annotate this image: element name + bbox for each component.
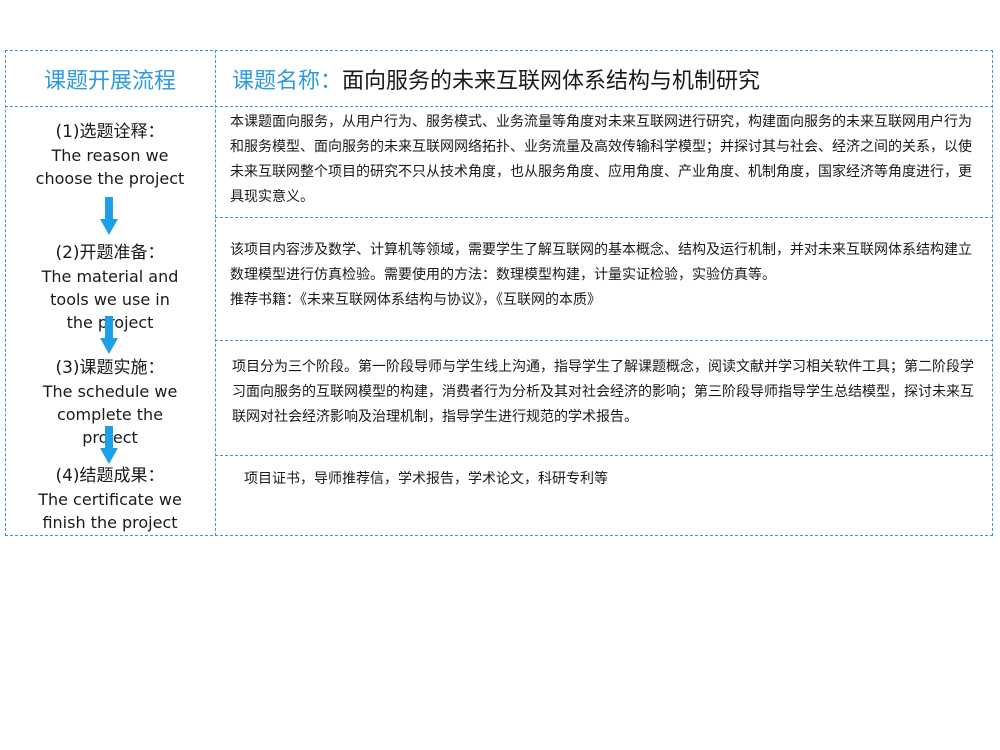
project-title: 课题名称： 面向服务的未来互联网体系结构与机制研究 (232, 52, 982, 106)
header-divider (5, 106, 993, 107)
project-title-text: 面向服务的未来互联网体系结构与机制研究 (342, 69, 761, 94)
row-divider-1 (215, 217, 993, 218)
arrow-down-icon (100, 316, 118, 354)
row-divider-2 (215, 340, 993, 341)
flow-title: 课题开展流程 (43, 69, 176, 94)
recommended-books: 推荐书籍：《未来互联网体系结构与协议》，《互联网的本质》 (230, 292, 601, 308)
project-title-label: 课题名称： (232, 69, 343, 94)
row-divider-3 (215, 455, 993, 456)
step-2-title: (2)开题准备： (55, 243, 165, 263)
step-4: (4)结题成果： The certificate we finish the p… (5, 465, 215, 534)
column-divider (215, 50, 216, 536)
description-3: 项目分为三个阶段。第一阶段导师与学生线上沟通，指导学生了解课题概念，阅读文献并学… (232, 359, 974, 425)
description-4: 项目证书，导师推荐信，学术报告，学术论文，科研专利等 (244, 471, 608, 487)
step-1: (1)选题诠释： The reason we choose the projec… (5, 121, 215, 190)
step-4-subtitle: The certificate we finish the project (38, 490, 182, 532)
step-3-title: (3)课题实施： (55, 358, 165, 378)
step-4-title: (4)结题成果： (55, 466, 165, 486)
description-2-text: 该项目内容涉及数学、计算机等领域，需要学生了解互联网的基本概念、结构及运行机制，… (230, 242, 972, 283)
description-2: 该项目内容涉及数学、计算机等领域，需要学生了解互联网的基本概念、结构及运行机制，… (230, 238, 975, 313)
description-1: 本课题面向服务，从用户行为、服务模式、业务流量等角度对未来互联网进行研究，构建面… (230, 114, 972, 205)
arrow-down-icon (100, 426, 118, 464)
step-1-subtitle: The reason we choose the project (35, 146, 185, 188)
step-1-title: (1)选题诠释： (55, 122, 165, 142)
arrow-down-icon (100, 197, 118, 235)
